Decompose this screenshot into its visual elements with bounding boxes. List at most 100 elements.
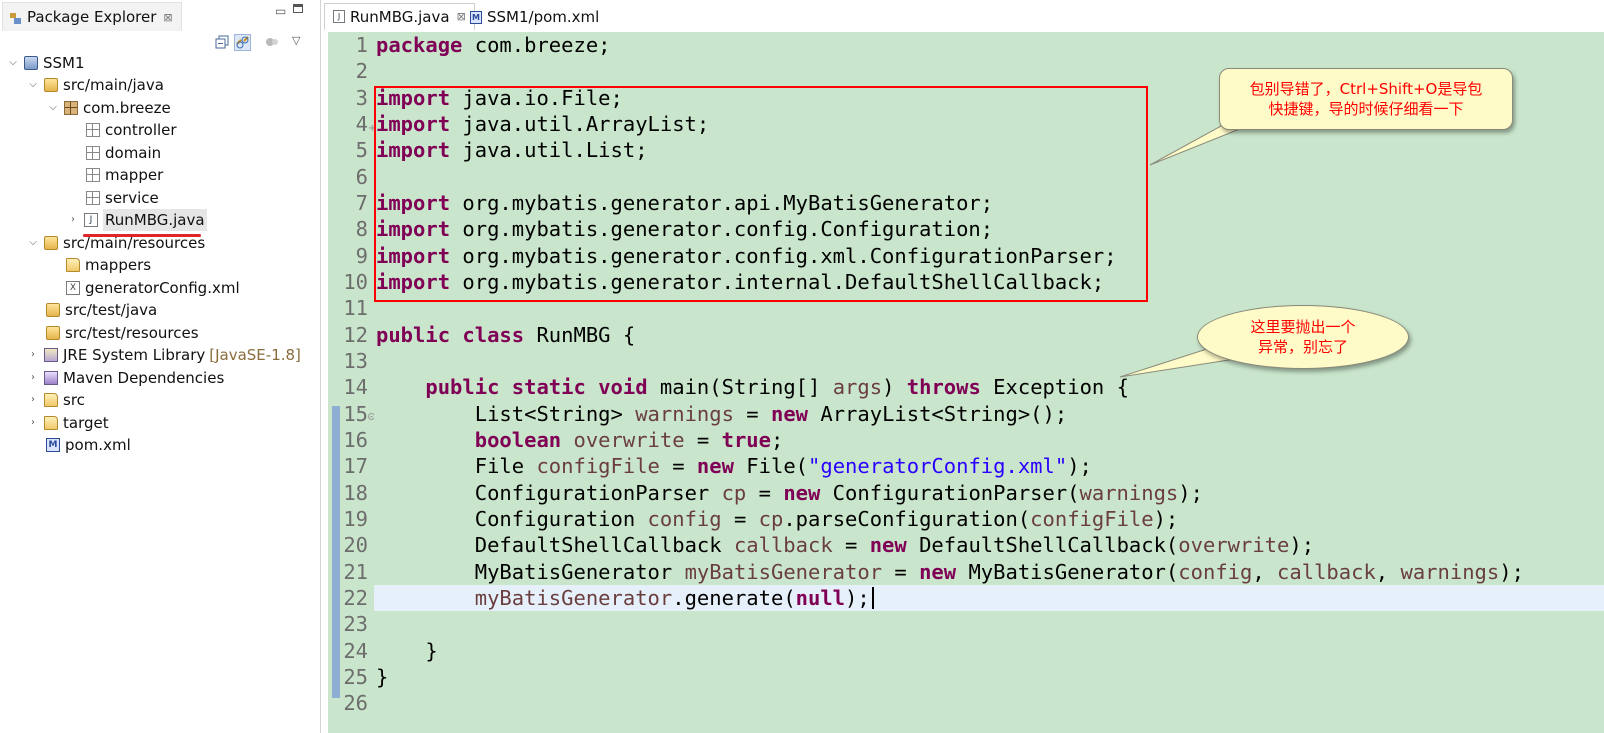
pom-file-icon: M bbox=[470, 10, 482, 24]
empty-package-icon bbox=[86, 191, 100, 205]
tree-node-src-main-java[interactable]: ⌵ src/main/java bbox=[26, 74, 164, 96]
xml-file-icon: X bbox=[66, 281, 80, 295]
callout-text: 快捷键，导的时候仔细看一下 bbox=[1268, 100, 1464, 118]
line-number: 6 bbox=[355, 165, 368, 189]
minimize-icon[interactable]: ▭ bbox=[275, 4, 286, 18]
line-number: 26 bbox=[343, 691, 368, 715]
tree-node-generatorconfig-xml[interactable]: X generatorConfig.xml bbox=[48, 277, 240, 299]
line-number: 10 bbox=[343, 270, 368, 294]
link-with-editor-icon[interactable] bbox=[234, 34, 251, 51]
line-number: 7 bbox=[355, 191, 368, 215]
package-explorer-tab[interactable]: Package Explorer ⊠ bbox=[2, 2, 182, 31]
tree-node-label: src/main/java bbox=[63, 76, 164, 94]
tree-node-label: domain bbox=[105, 144, 162, 162]
editor-tab-bar: J RunMBG.java ⊠ M SSM1/pom.xml bbox=[322, 0, 1604, 33]
tab-pom-xml[interactable]: M SSM1/pom.xml bbox=[462, 3, 607, 31]
chevron-right-icon[interactable]: › bbox=[66, 209, 80, 231]
tree-node-jre-system-library[interactable]: › JRE System Library [JavaSE-1.8] bbox=[26, 344, 301, 366]
callout-text: 包别导错了，Ctrl+Shift+O是导包 bbox=[1249, 80, 1483, 98]
tab-runmbg-java[interactable]: J RunMBG.java ⊠ bbox=[324, 3, 475, 31]
package-icon bbox=[64, 101, 78, 115]
code-line-19: Configuration config = cp.parseConfigura… bbox=[474, 507, 1179, 531]
line-number: 14 bbox=[343, 375, 368, 399]
line-number: 22 bbox=[343, 586, 368, 610]
chevron-down-icon[interactable]: ⌵ bbox=[46, 97, 60, 119]
line-number: 11 bbox=[343, 296, 368, 320]
tab-label: SSM1/pom.xml bbox=[487, 8, 600, 26]
tree-node-label: pom.xml bbox=[65, 436, 131, 454]
folder-icon bbox=[44, 416, 58, 430]
close-icon[interactable]: ⊠ bbox=[163, 11, 172, 24]
tree-node-mapper[interactable]: mapper bbox=[68, 164, 163, 186]
package-explorer-toolbar: ▽ bbox=[0, 32, 320, 54]
line-number: 25 bbox=[343, 665, 368, 689]
java-file-icon: J bbox=[333, 10, 345, 23]
tree-node-target[interactable]: › target bbox=[26, 412, 109, 434]
code-line-15: List<String> warnings = new ArrayList<St… bbox=[474, 402, 1068, 426]
tree-node-label: mappers bbox=[85, 256, 152, 274]
maximize-icon[interactable] bbox=[293, 4, 303, 13]
code-line-14: public static void main(String[] args) t… bbox=[425, 375, 1129, 399]
tree-node-label: generatorConfig.xml bbox=[85, 279, 240, 297]
line-number: 15 bbox=[343, 402, 368, 426]
chevron-down-icon[interactable]: ⌵ bbox=[26, 232, 40, 254]
line-number: 13 bbox=[343, 349, 368, 373]
package-explorer-tab-bar: Package Explorer ⊠ ▭ bbox=[0, 0, 320, 32]
tree-node-mappers[interactable]: mappers bbox=[48, 254, 151, 276]
package-explorer-tab-label: Package Explorer bbox=[27, 8, 157, 26]
chevron-right-icon[interactable]: › bbox=[26, 344, 40, 366]
tree-node-label: JRE System Library bbox=[63, 346, 206, 364]
callout-text: 这里要抛出一个 bbox=[1250, 318, 1356, 336]
tree-node-label: SSM1 bbox=[43, 54, 85, 72]
chevron-down-icon[interactable]: ⌵ bbox=[26, 74, 40, 96]
tree-node-label: service bbox=[105, 189, 159, 207]
tree-node-runmbg-java[interactable]: › J RunMBG.java bbox=[66, 209, 207, 231]
annotation-underline bbox=[83, 234, 201, 237]
chevron-down-icon[interactable]: ⌵ bbox=[6, 52, 20, 74]
tree-node-com-breeze[interactable]: ⌵ com.breeze bbox=[46, 97, 171, 119]
line-number: 24 bbox=[343, 639, 368, 663]
tree-node-label: target bbox=[63, 414, 109, 432]
empty-package-icon bbox=[86, 146, 100, 160]
tree-node-ssm1[interactable]: ⌵ SSM1 bbox=[6, 52, 85, 74]
chevron-right-icon[interactable]: › bbox=[26, 367, 40, 389]
pom-file-icon: M bbox=[46, 438, 60, 452]
empty-package-icon bbox=[86, 123, 100, 137]
line-number: 23 bbox=[343, 612, 368, 636]
folder-icon bbox=[44, 393, 58, 407]
line-number: 2 bbox=[355, 59, 368, 83]
line-number: 4 bbox=[355, 112, 368, 136]
line-number: 20 bbox=[343, 533, 368, 557]
code-line-18: ConfigurationParser cp = new Configurati… bbox=[474, 481, 1203, 505]
text-caret bbox=[871, 587, 874, 609]
line-number: 19 bbox=[343, 507, 368, 531]
chevron-right-icon[interactable]: › bbox=[26, 412, 40, 434]
code-line-1: package com.breeze; bbox=[376, 33, 611, 57]
line-number: 18 bbox=[343, 481, 368, 505]
library-icon bbox=[44, 348, 58, 362]
tab-label: RunMBG.java bbox=[350, 7, 450, 26]
code-line-16: boolean overwrite = true; bbox=[474, 428, 784, 452]
chevron-right-icon[interactable]: › bbox=[26, 389, 40, 411]
focus-task-icon[interactable] bbox=[264, 34, 281, 51]
project-icon bbox=[24, 56, 38, 70]
collapse-all-icon[interactable] bbox=[214, 34, 231, 51]
line-number: 5 bbox=[355, 138, 368, 162]
tree-node-label: controller bbox=[105, 121, 177, 139]
code-line-12: public class RunMBG { bbox=[376, 323, 636, 347]
tree-node-pom-xml[interactable]: M pom.xml bbox=[28, 434, 131, 456]
view-menu-icon[interactable]: ▽ bbox=[292, 34, 309, 51]
folder-icon bbox=[66, 258, 80, 272]
tree-node-controller[interactable]: controller bbox=[68, 119, 177, 141]
tree-node-service[interactable]: service bbox=[68, 187, 159, 209]
tree-node-src-test-resources[interactable]: src/test/resources bbox=[28, 322, 199, 344]
source-folder-icon bbox=[44, 236, 58, 250]
maven-library-icon bbox=[44, 371, 58, 385]
tree-node-suffix: [JavaSE-1.8] bbox=[209, 346, 301, 364]
code-line-20: DefaultShellCallback callback = new Defa… bbox=[474, 533, 1315, 557]
tree-node-label: src/test/resources bbox=[65, 324, 199, 342]
tree-node-src[interactable]: › src bbox=[26, 389, 85, 411]
tree-node-src-test-java[interactable]: src/test/java bbox=[28, 299, 157, 321]
tree-node-maven-dependencies[interactable]: › Maven Dependencies bbox=[26, 367, 224, 389]
tree-node-domain[interactable]: domain bbox=[68, 142, 161, 164]
